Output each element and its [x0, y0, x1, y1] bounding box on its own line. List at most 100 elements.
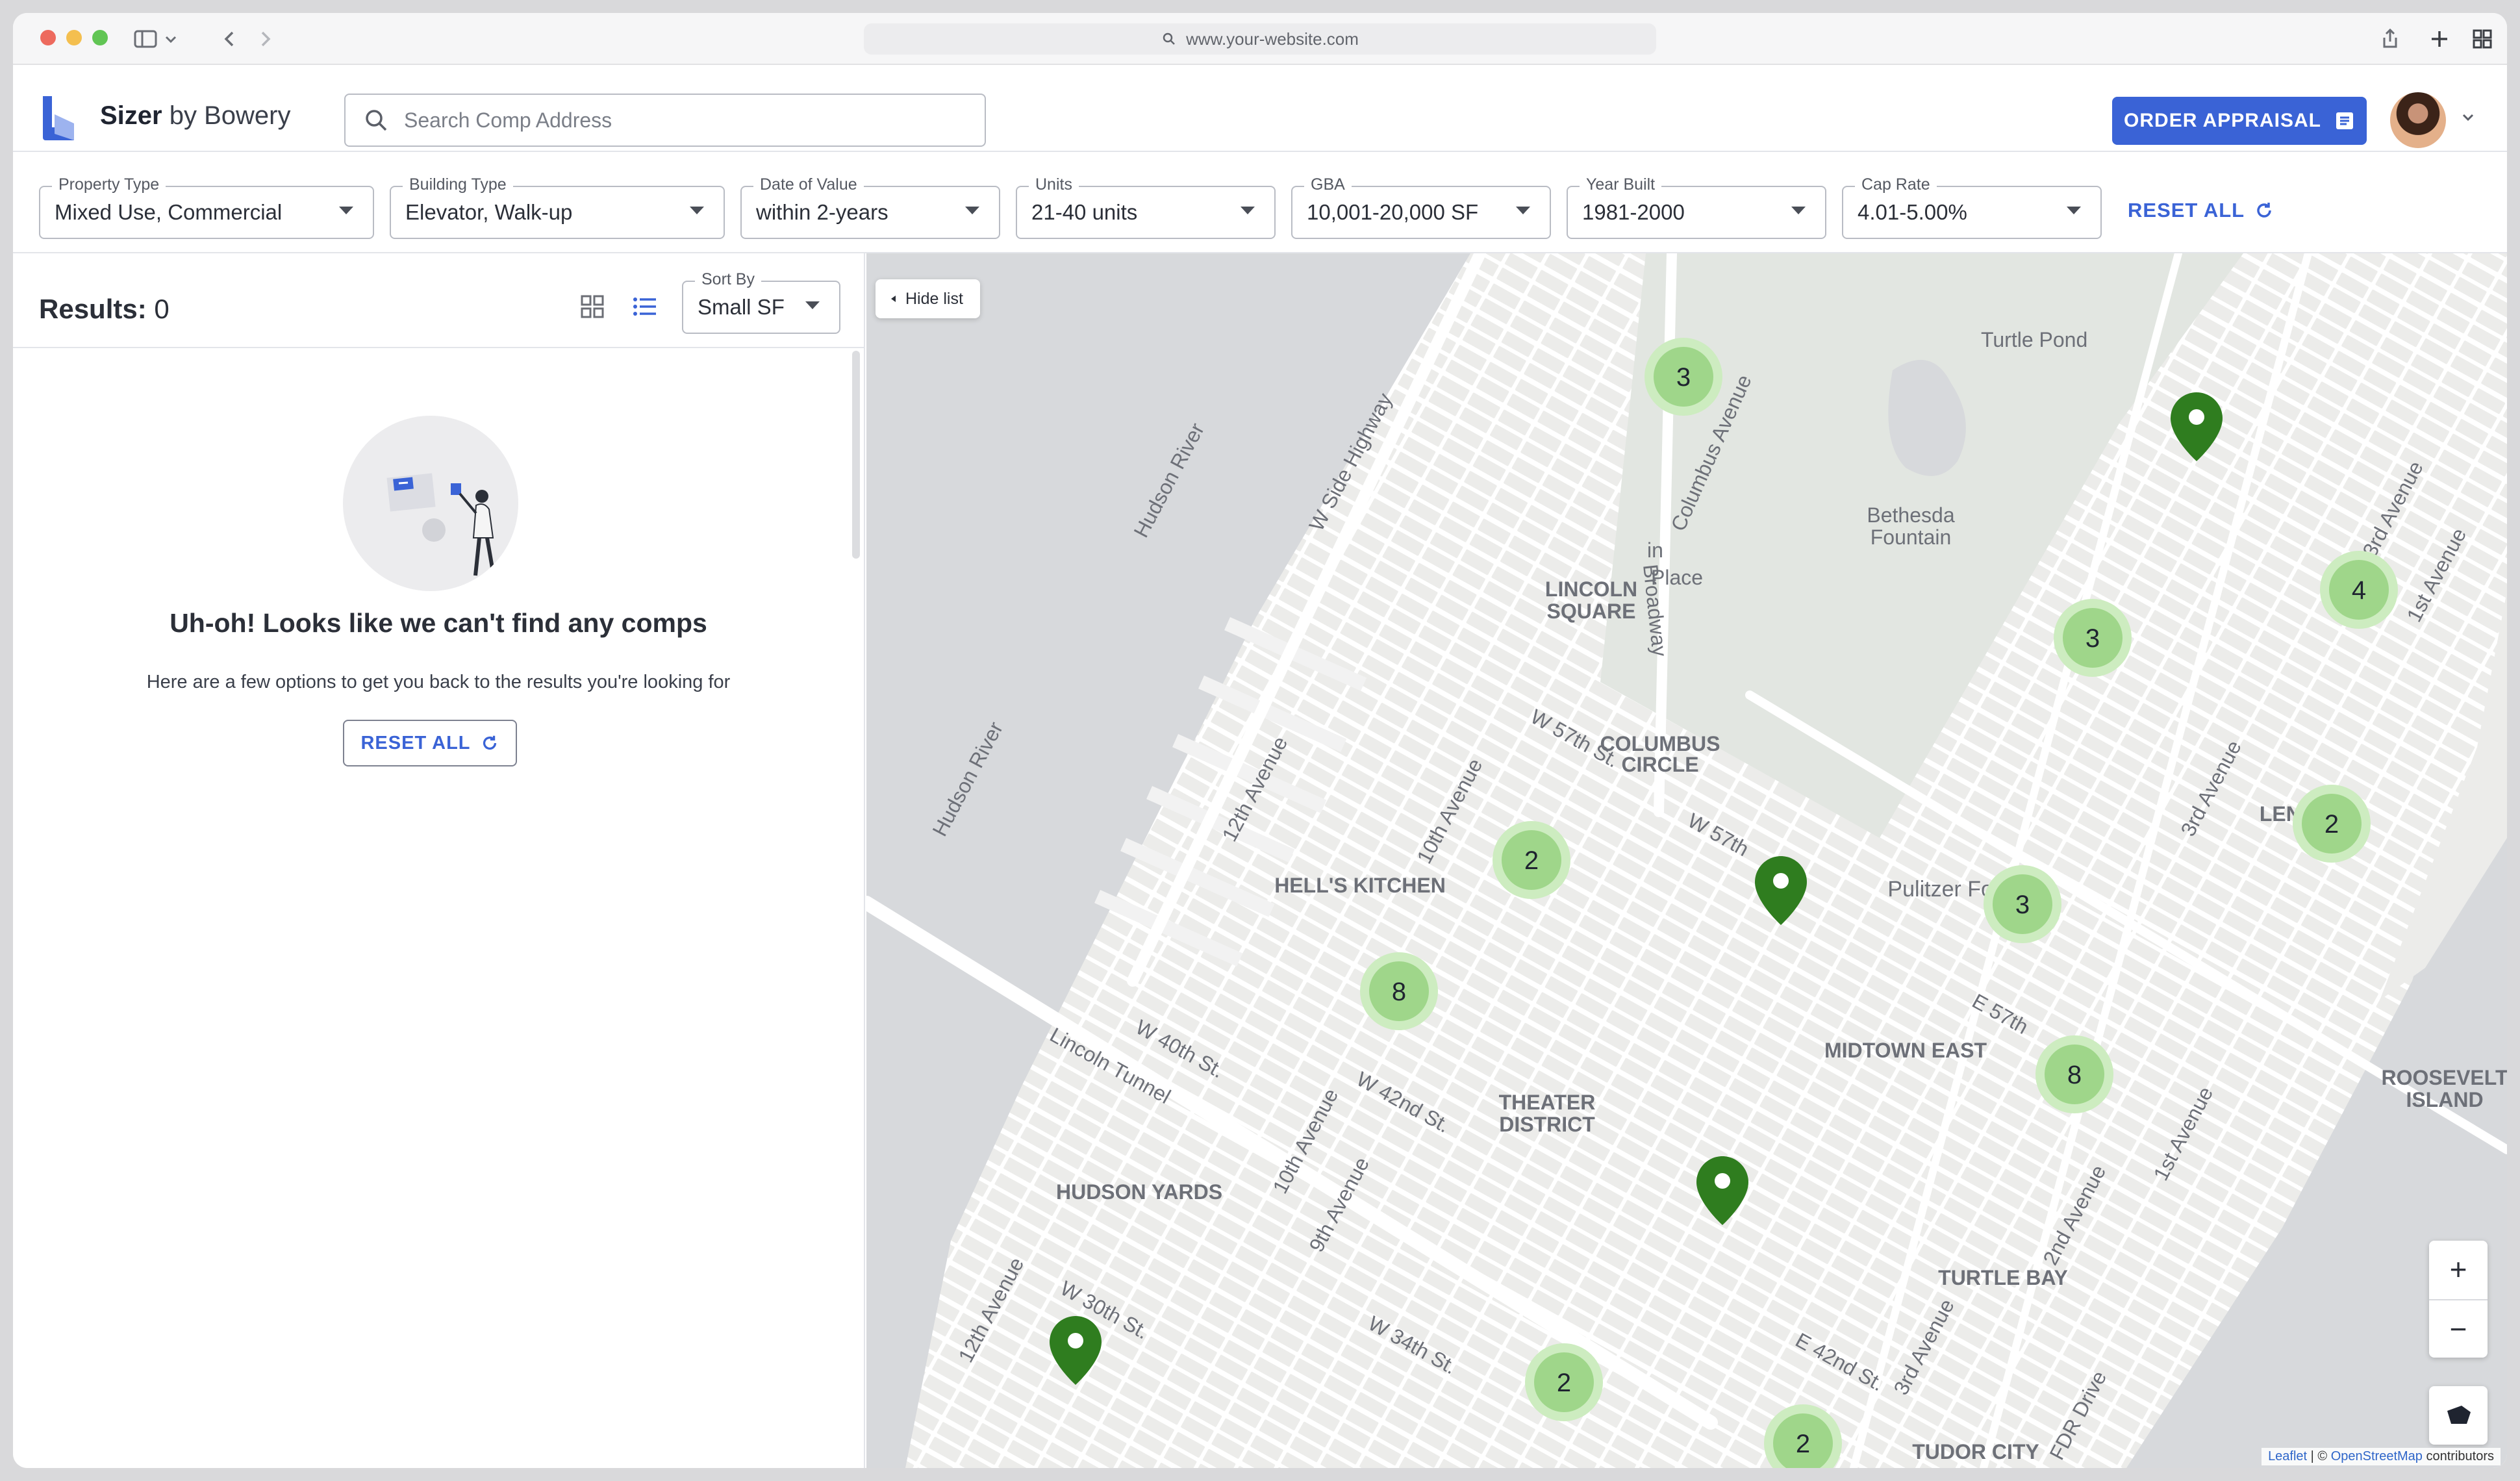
results-number: 0: [154, 294, 170, 324]
search-input[interactable]: [404, 108, 963, 133]
forward-arrow-icon[interactable]: [251, 25, 279, 53]
map-canvas[interactable]: Turtle Pond Bethesda Fountain LINCOLN SQ…: [866, 253, 2507, 1468]
units-select[interactable]: Units 21-40 units: [1016, 175, 1276, 239]
cluster-marker[interactable]: 3: [1644, 338, 1722, 416]
cluster-count: 2: [2325, 810, 2339, 839]
app-title: Sizer by Bowery: [100, 101, 291, 130]
zoom-out-button[interactable]: −: [2429, 1299, 2488, 1358]
cluster-marker[interactable]: 2: [2293, 785, 2371, 863]
cluster-count: 8: [2067, 1061, 2082, 1089]
comp-address-search[interactable]: [344, 94, 986, 147]
date-of-value-select[interactable]: Date of Value within 2-years: [740, 175, 1000, 239]
zoom-control: + −: [2429, 1241, 2488, 1358]
dropdown-arrow-icon: [1516, 207, 1530, 214]
address-bar[interactable]: www.your-website.com: [864, 23, 1656, 55]
building-type-value: Elevator, Walk-up: [405, 200, 573, 224]
label-lincoln: LINCOLN: [1545, 577, 1637, 601]
close-window-button[interactable]: [40, 30, 56, 45]
zoom-in-button[interactable]: +: [2429, 1241, 2488, 1299]
sidebar-toggle-icon[interactable]: [131, 25, 160, 53]
chevron-down-icon[interactable]: [2459, 108, 2477, 126]
attribution-separator: | ©: [2307, 1449, 2331, 1463]
property-type-label: Property Type: [52, 175, 166, 194]
year-built-label: Year Built: [1580, 175, 1662, 194]
results-label: Results:: [39, 294, 147, 324]
map-attribution: Leaflet | © OpenStreetMap contributors: [2262, 1448, 2501, 1465]
label-theater: THEATER: [1499, 1091, 1596, 1114]
chevron-down-icon[interactable]: [161, 25, 181, 53]
hide-list-button[interactable]: Hide list: [876, 279, 980, 318]
minimize-window-button[interactable]: [66, 30, 82, 45]
bowery-logo[interactable]: [40, 95, 78, 143]
label-turtle-bay: TURTLE BAY: [1938, 1266, 2068, 1289]
document-icon: [2336, 112, 2353, 129]
filter-bar: Property Type Mixed Use, Commercial Buil…: [13, 152, 2507, 253]
empty-state-title: Uh-oh! Looks like we can't find any comp…: [170, 608, 707, 638]
label-district: DISTRICT: [1499, 1113, 1595, 1136]
units-value: 21-40 units: [1031, 200, 1138, 224]
map-view[interactable]: Turtle Pond Bethesda Fountain LINCOLN SQ…: [866, 253, 2507, 1468]
divider: [13, 347, 864, 348]
cluster-marker[interactable]: 8: [1360, 952, 1438, 1030]
dropdown-arrow-icon: [1241, 207, 1255, 214]
property-type-value: Mixed Use, Commercial: [55, 200, 283, 224]
empty-state-illustration: [343, 416, 518, 591]
share-icon[interactable]: [2376, 25, 2404, 53]
maximize-window-button[interactable]: [92, 30, 108, 45]
dropdown-arrow-icon: [690, 207, 704, 214]
scrollbar[interactable]: [852, 351, 860, 559]
user-avatar[interactable]: [2390, 92, 2446, 148]
label-turtle-pond: Turtle Pond: [1981, 328, 2087, 351]
building-type-select[interactable]: Building Type Elevator, Walk-up: [390, 175, 725, 239]
cluster-count: 3: [2015, 891, 2030, 919]
search-icon: [1163, 32, 1175, 45]
reset-button-label: RESET ALL: [360, 732, 471, 753]
cluster-count: 3: [1676, 363, 1691, 392]
search-icon: [366, 110, 387, 131]
order-appraisal-button[interactable]: ORDER APPRAISAL: [2112, 97, 2367, 145]
reset-all-filters-button[interactable]: RESET ALL: [2128, 199, 2274, 222]
leaflet-link[interactable]: Leaflet: [2268, 1449, 2307, 1463]
draw-polygon-button[interactable]: [2429, 1386, 2488, 1445]
cluster-marker[interactable]: 8: [2035, 1035, 2113, 1113]
cluster-marker[interactable]: 3: [1984, 865, 2061, 943]
empty-state-reset-button[interactable]: RESET ALL: [343, 720, 517, 766]
cluster-marker[interactable]: 2: [1493, 821, 1570, 899]
year-built-select[interactable]: Year Built 1981-2000: [1567, 175, 1826, 239]
results-count: Results: 0: [39, 294, 170, 325]
label-island: ISLAND: [2406, 1088, 2483, 1111]
empty-state-subtitle: Here are a few options to get you back t…: [146, 672, 731, 692]
polygon-icon: [2447, 1406, 2471, 1424]
label-midtown-east: MIDTOWN EAST: [1824, 1039, 1987, 1062]
property-type-select[interactable]: Property Type Mixed Use, Commercial: [39, 175, 374, 239]
dropdown-arrow-icon: [2067, 207, 2081, 214]
openstreetmap-link[interactable]: OpenStreetMap: [2331, 1449, 2423, 1463]
browser-chrome: www.your-website.com: [13, 13, 2507, 65]
back-arrow-icon[interactable]: [216, 25, 244, 53]
grid-view-icon[interactable]: [578, 292, 607, 321]
results-panel: Results: 0 Sort By Small SF Uh-oh! Looks…: [13, 253, 865, 1468]
hide-list-label: Hide list: [905, 289, 963, 308]
cluster-marker[interactable]: 4: [2320, 551, 2398, 629]
url-text: www.your-website.com: [1186, 29, 1359, 49]
app-header: Sizer by Bowery ORDER APPRAISAL: [13, 65, 2507, 152]
label-hudson-yards: HUDSON YARDS: [1056, 1180, 1222, 1204]
gba-label: GBA: [1304, 175, 1352, 194]
label-roosevelt: ROOSEVELT: [2382, 1066, 2507, 1089]
cluster-marker[interactable]: 3: [2054, 599, 2132, 677]
dropdown-arrow-icon: [339, 207, 353, 214]
order-appraisal-label: ORDER APPRAISAL: [2124, 110, 2321, 131]
sort-by-select[interactable]: Sort By Small SF: [682, 270, 840, 334]
reset-all-label: RESET ALL: [2128, 199, 2245, 222]
cap-rate-value: 4.01-5.00%: [1858, 200, 1967, 224]
label-bethesda: Bethesda: [1867, 503, 1954, 527]
label-fountain: Fountain: [1871, 525, 1952, 549]
cluster-count: 2: [1557, 1369, 1571, 1397]
new-tab-icon[interactable]: [2425, 25, 2454, 53]
cluster-marker[interactable]: 2: [1525, 1343, 1603, 1421]
cluster-count: 8: [1392, 978, 1406, 1006]
gba-select[interactable]: GBA 10,001-20,000 SF: [1291, 175, 1551, 239]
cap-rate-select[interactable]: Cap Rate 4.01-5.00%: [1842, 175, 2102, 239]
list-view-icon[interactable]: [630, 292, 659, 321]
tab-overview-icon[interactable]: [2468, 25, 2497, 53]
